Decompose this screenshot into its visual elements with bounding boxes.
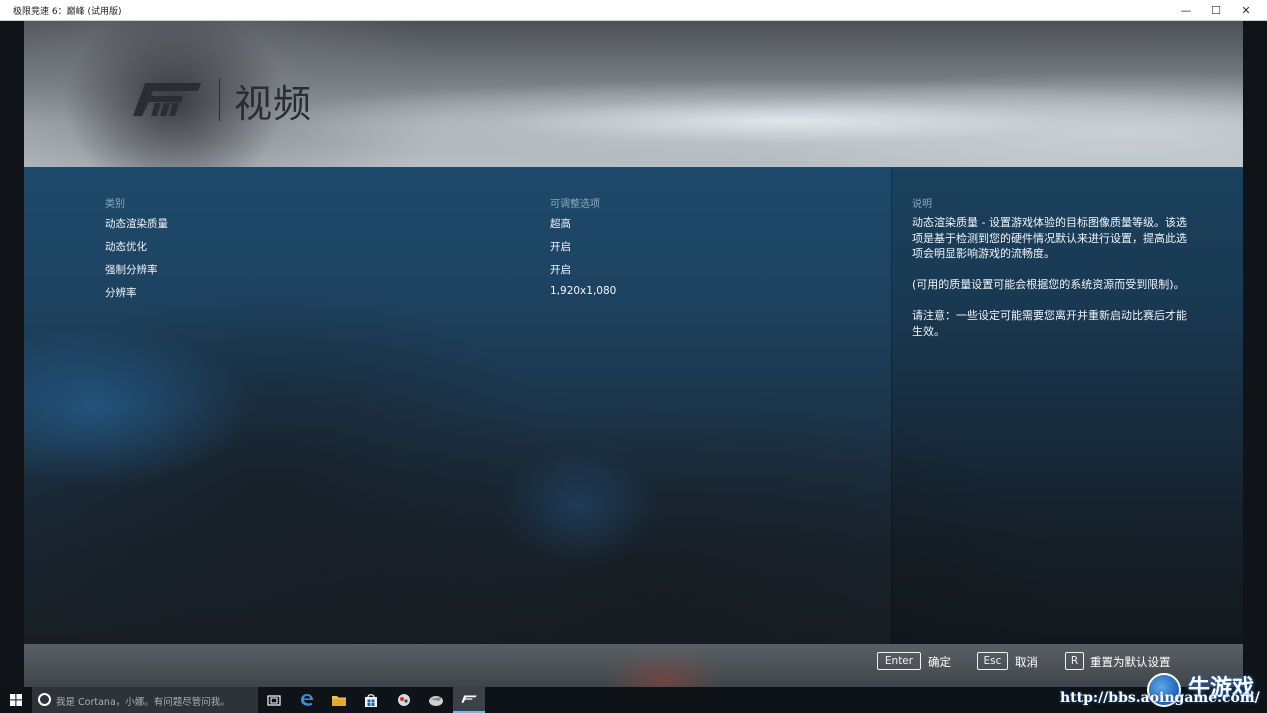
header-divider (219, 78, 220, 121)
setting-value-resolution[interactable]: 1,920x1,080 (550, 285, 616, 297)
page-header: 视频 (24, 21, 1243, 167)
forza-logo-icon (133, 83, 201, 116)
cancel-label[interactable]: 取消 (1015, 654, 1038, 670)
watermark-url: http://bbs.aoingame.com/ (1060, 690, 1260, 706)
minimize-button[interactable]: — (1171, 0, 1201, 21)
game-app-icon[interactable] (388, 687, 420, 713)
category-column-header: 类别 (105, 199, 125, 210)
setting-value-render-quality[interactable]: 超高 (550, 216, 571, 231)
enter-key-icon[interactable]: Enter (877, 652, 921, 670)
window-frame-right (1243, 21, 1267, 687)
window-title: 极限竞速 6：巅峰 (试用版) (13, 7, 122, 17)
game-viewport: 视频 类别 可调整选项 说明 动态渲染质量 超高 动态优化 开启 强制分辨率 开… (24, 21, 1243, 687)
setting-category-dynamic-optimization[interactable]: 动态优化 (105, 239, 147, 254)
window-title-bar: 极限竞速 6：巅峰 (试用版) — ☐ ✕ (0, 0, 1267, 21)
setting-value-force-resolution[interactable]: 开启 (550, 262, 571, 277)
window-frame-left (0, 21, 24, 687)
setting-category-force-resolution[interactable]: 强制分辨率 (105, 262, 158, 277)
settings-panel: 类别 可调整选项 说明 动态渲染质量 超高 动态优化 开启 强制分辨率 开启 分… (24, 167, 1243, 644)
setting-category-resolution[interactable]: 分辨率 (105, 285, 137, 300)
store-icon[interactable] (355, 687, 387, 713)
setting-description: 动态渲染质量 - 设置游戏体验的目标图像质量等级。该选项是基于检测到您的硬件情况… (912, 215, 1187, 355)
bird-app-icon[interactable] (420, 687, 452, 713)
setting-category-render-quality[interactable]: 动态渲染质量 (105, 216, 168, 231)
reset-defaults-label[interactable]: 重置为默认设置 (1090, 654, 1171, 670)
description-paragraph: (可用的质量设置可能会根据您的系统资源而受到限制)。 (912, 278, 1185, 291)
description-column-header: 说明 (912, 199, 932, 210)
task-view-icon[interactable] (258, 687, 290, 713)
description-paragraph: 动态渲染质量 - 设置游戏体验的目标图像质量等级。该选项是基于检测到您的硬件情况… (912, 216, 1187, 260)
cortana-search-box[interactable]: 我是 Cortana，小娜。有问题尽管问我。 (32, 687, 258, 713)
close-button[interactable]: ✕ (1231, 0, 1261, 21)
cortana-placeholder: 我是 Cortana，小娜。有问题尽管问我。 (56, 697, 230, 708)
cortana-icon (38, 693, 51, 706)
description-paragraph: 请注意：一些设定可能需要您离开并重新启动比赛后才能生效。 (912, 309, 1187, 338)
r-key-icon[interactable]: R (1065, 652, 1084, 670)
maximize-button[interactable]: ☐ (1201, 0, 1231, 21)
setting-value-dynamic-optimization[interactable]: 开启 (550, 239, 571, 254)
confirm-label[interactable]: 确定 (928, 654, 951, 670)
key-hint-bar: Enter 确定 Esc 取消 R 重置为默认设置 (24, 644, 1243, 687)
options-column-header: 可调整选项 (550, 199, 600, 210)
forza-app-icon[interactable] (453, 687, 485, 713)
page-title: 视频 (234, 82, 313, 126)
file-explorer-icon[interactable] (323, 687, 355, 713)
esc-key-icon[interactable]: Esc (977, 652, 1008, 670)
edge-browser-icon[interactable] (291, 687, 323, 713)
windows-start-icon[interactable] (0, 687, 32, 713)
